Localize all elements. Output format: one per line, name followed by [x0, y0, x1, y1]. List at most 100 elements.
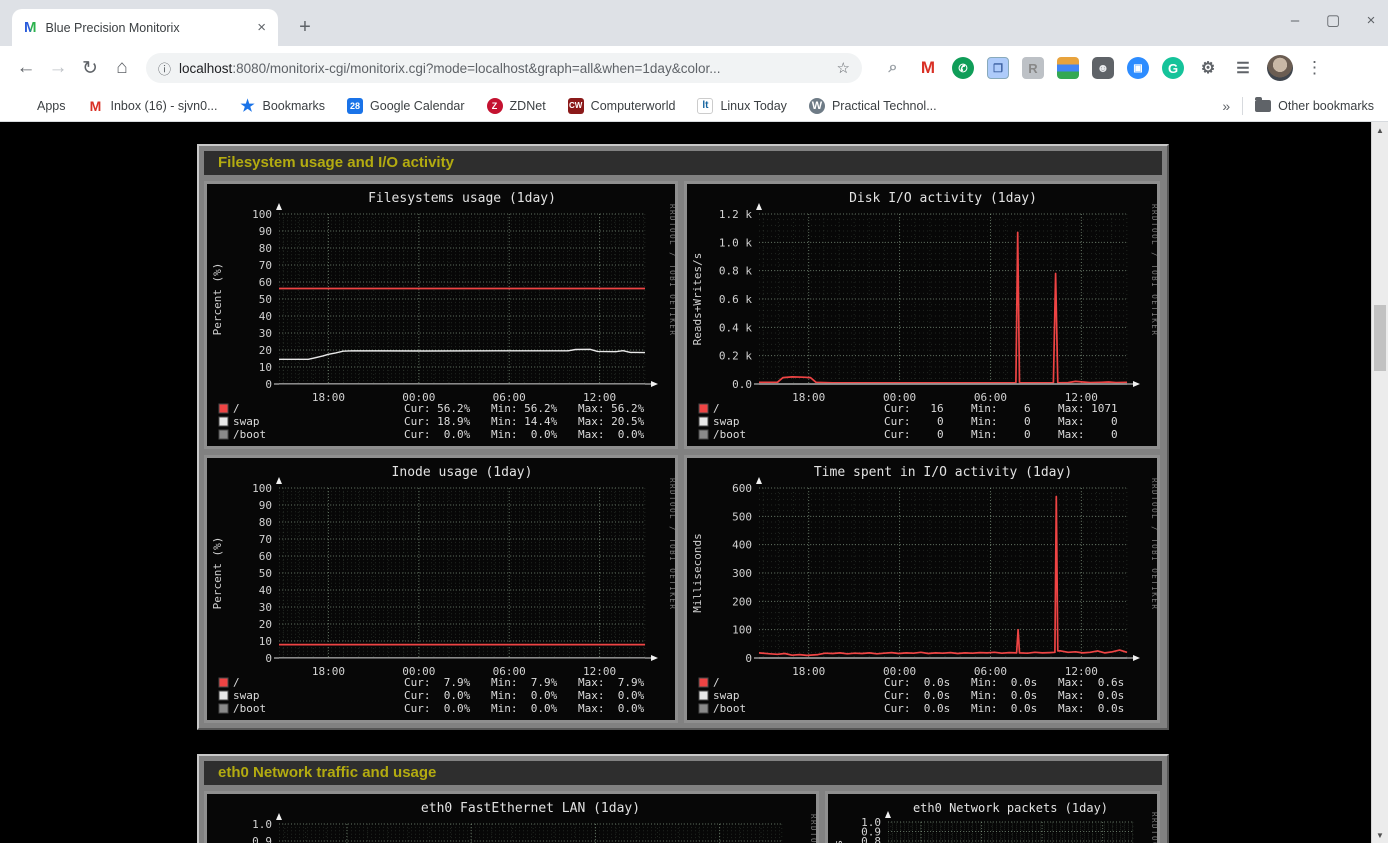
chart-svg: 0.00.10.20.30.40.50.60.70.80.91.0eth0 Ne…	[828, 794, 1157, 843]
svg-text:0: 0	[745, 652, 752, 665]
extensions-puzzle-icon[interactable]: ⚙	[1197, 57, 1219, 79]
scroll-up-icon[interactable]: ▲	[1372, 122, 1388, 138]
svg-text:Max: 0.0s: Max: 0.0s	[1058, 702, 1124, 715]
copy-extension-icon[interactable]: ❐	[987, 57, 1009, 79]
graph-time-spent-io[interactable]: 010020030040050060018:0000:0006:0012:00T…	[684, 455, 1160, 723]
svg-text:RRDTOOL / TOBI OETIKER: RRDTOOL / TOBI OETIKER	[668, 204, 675, 336]
playlist-extension-icon[interactable]: ☰	[1232, 57, 1254, 79]
page-scrollbar[interactable]: ▲ ▼	[1371, 122, 1388, 843]
home-button[interactable]: ⌂	[106, 52, 138, 84]
grammarly-icon[interactable]: G	[1162, 57, 1184, 79]
page-info-icon[interactable]: ⓘ	[158, 59, 171, 78]
svg-text:80: 80	[259, 516, 272, 529]
tab-title: Blue Precision Monitorix	[46, 21, 256, 35]
svg-text:Cur: 18.9%: Cur: 18.9%	[404, 415, 471, 428]
profile-avatar[interactable]	[1267, 55, 1293, 81]
extension-icons: ⌕ M ✆ ❐ R ☻ ▣ G ⚙ ☰ ⋮	[882, 55, 1320, 81]
reload-button[interactable]: ↻	[74, 52, 106, 84]
svg-text:/boot: /boot	[233, 428, 266, 441]
back-button[interactable]: ←	[10, 52, 42, 84]
svg-text:100: 100	[252, 208, 272, 221]
recoll-extension-icon[interactable]: R	[1022, 57, 1044, 79]
svg-text:Max: 0.6s: Max: 0.6s	[1058, 676, 1124, 689]
svg-text:Cur: 0.0%: Cur: 0.0%	[404, 689, 471, 702]
svg-text:Max: 1071: Max: 1071	[1058, 402, 1118, 415]
svg-text:100: 100	[252, 482, 272, 495]
section-filesystem: Filesystem usage and I/O activity 010203…	[197, 144, 1169, 730]
svg-text:Cur: 0.0%: Cur: 0.0%	[404, 702, 471, 715]
svg-text:RRDTOOL / TOBI OETIKER: RRDTOOL / TOBI OETIKER	[1150, 204, 1157, 336]
svg-text:0: 0	[265, 378, 272, 391]
scroll-thumb[interactable]	[1374, 305, 1386, 371]
svg-text:Filesystems usage (1day): Filesystems usage (1day)	[368, 191, 556, 206]
url-bar[interactable]: ⓘ localhost:8080/monitorix-cgi/monitorix…	[146, 53, 862, 83]
bookmarks-overflow-chevron[interactable]: »	[1222, 98, 1230, 114]
svg-text:0.9: 0.9	[252, 835, 272, 843]
graph-disk-io-activity[interactable]: 0.00.2 k0.4 k0.6 k0.8 k1.0 k1.2 k18:0000…	[684, 181, 1160, 449]
bookmark-linux-today[interactable]: lt Linux Today	[697, 98, 787, 114]
monitorix-favicon-icon: M	[24, 19, 37, 36]
bookmark-inbox[interactable]: M Inbox (16) - sjvn0...	[88, 98, 218, 114]
url-text[interactable]: localhost:8080/monitorix-cgi/monitorix.c…	[179, 61, 837, 76]
svg-text:400: 400	[732, 539, 752, 552]
section-network: eth0 Network traffic and usage 0.00.10.2…	[197, 754, 1169, 843]
bookmark-computerworld[interactable]: CW Computerworld	[568, 98, 676, 114]
new-tab-button[interactable]: +	[292, 14, 318, 40]
svg-text:600: 600	[732, 482, 752, 495]
svg-text:Max: 0.0s: Max: 0.0s	[1058, 689, 1124, 702]
tab-close-icon[interactable]: ×	[255, 19, 268, 36]
svg-text:Max: 56.2%: Max: 56.2%	[578, 402, 645, 415]
svg-text:30: 30	[259, 327, 272, 340]
svg-text:Cur: 7.9%: Cur: 7.9%	[404, 676, 471, 689]
svg-text:18:00: 18:00	[312, 665, 345, 678]
svg-text:Cur: 16: Cur: 16	[884, 402, 944, 415]
bookmark-zdnet[interactable]: Z ZDNet	[487, 98, 546, 114]
chart-svg: 010203040506070809010018:0000:0006:0012:…	[207, 184, 675, 446]
graph-filesystems-usage[interactable]: 010203040506070809010018:0000:0006:0012:…	[204, 181, 678, 449]
maximize-button[interactable]: ▢	[1326, 11, 1340, 29]
scroll-down-icon[interactable]: ▼	[1372, 827, 1388, 843]
forward-button[interactable]: →	[42, 52, 74, 84]
bookmark-bookmarks[interactable]: ★ Bookmarks	[240, 98, 326, 114]
library-extension-icon[interactable]	[1057, 57, 1079, 79]
graph-eth0-packets[interactable]: 0.00.10.20.30.40.50.60.70.80.91.0eth0 Ne…	[825, 791, 1160, 843]
svg-text:0.4 k: 0.4 k	[719, 321, 752, 334]
svg-text:Min: 0: Min: 0	[971, 415, 1031, 428]
other-bookmarks-button[interactable]: Other bookmarks	[1255, 99, 1374, 113]
privacy-extension-icon[interactable]: ☻	[1092, 57, 1114, 79]
svg-text:Max: 7.9%: Max: 7.9%	[578, 676, 645, 689]
hangouts-icon[interactable]: ✆	[952, 57, 974, 79]
bookmarks-divider	[1242, 97, 1243, 115]
graph-eth0-lan[interactable]: 0.00.10.20.30.40.50.60.70.80.91.0eth0 Fa…	[204, 791, 819, 843]
svg-text:/boot: /boot	[713, 702, 746, 715]
svg-text:Max: 0: Max: 0	[1058, 415, 1118, 428]
minimize-button[interactable]: –	[1288, 12, 1302, 29]
gmail-icon[interactable]: M	[917, 57, 939, 79]
svg-text:Cur: 0.0%: Cur: 0.0%	[404, 428, 471, 441]
svg-text:60: 60	[259, 550, 272, 563]
section-title-network: eth0 Network traffic and usage	[204, 761, 1162, 785]
svg-text:10: 10	[259, 361, 272, 374]
svg-text:Max: 0.0%: Max: 0.0%	[578, 702, 645, 715]
menu-kebab-icon[interactable]: ⋮	[1306, 58, 1320, 78]
svg-text:Time spent in I/O activity (1: Time spent in I/O activity (1day)	[814, 465, 1072, 480]
chart-svg: 0.00.2 k0.4 k0.6 k0.8 k1.0 k1.2 k18:0000…	[687, 184, 1157, 446]
window-close-button[interactable]: ×	[1364, 12, 1378, 29]
svg-text:Min: 14.4%: Min: 14.4%	[491, 415, 558, 428]
svg-text:1.0: 1.0	[861, 816, 881, 829]
svg-text:50: 50	[259, 567, 272, 580]
bookmark-star-icon[interactable]: ☆	[837, 59, 850, 77]
bookmark-practical-technology[interactable]: W Practical Technol...	[809, 98, 937, 114]
svg-text:swap: swap	[713, 689, 740, 702]
bookmark-google-calendar[interactable]: 28 Google Calendar	[347, 98, 465, 114]
zdnet-icon: Z	[487, 98, 503, 114]
zoom-meeting-icon[interactable]: ▣	[1127, 57, 1149, 79]
svg-text:300: 300	[732, 567, 752, 580]
star-icon: ★	[240, 98, 256, 114]
svg-text:Min: 0: Min: 0	[971, 428, 1031, 441]
search-extension-icon[interactable]: ⌕	[882, 57, 904, 79]
browser-tab[interactable]: M Blue Precision Monitorix ×	[12, 9, 278, 46]
graph-inode-usage[interactable]: 010203040506070809010018:0000:0006:0012:…	[204, 455, 678, 723]
apps-button[interactable]: Apps	[14, 98, 66, 114]
svg-text:Percent (%): Percent (%)	[211, 263, 224, 336]
